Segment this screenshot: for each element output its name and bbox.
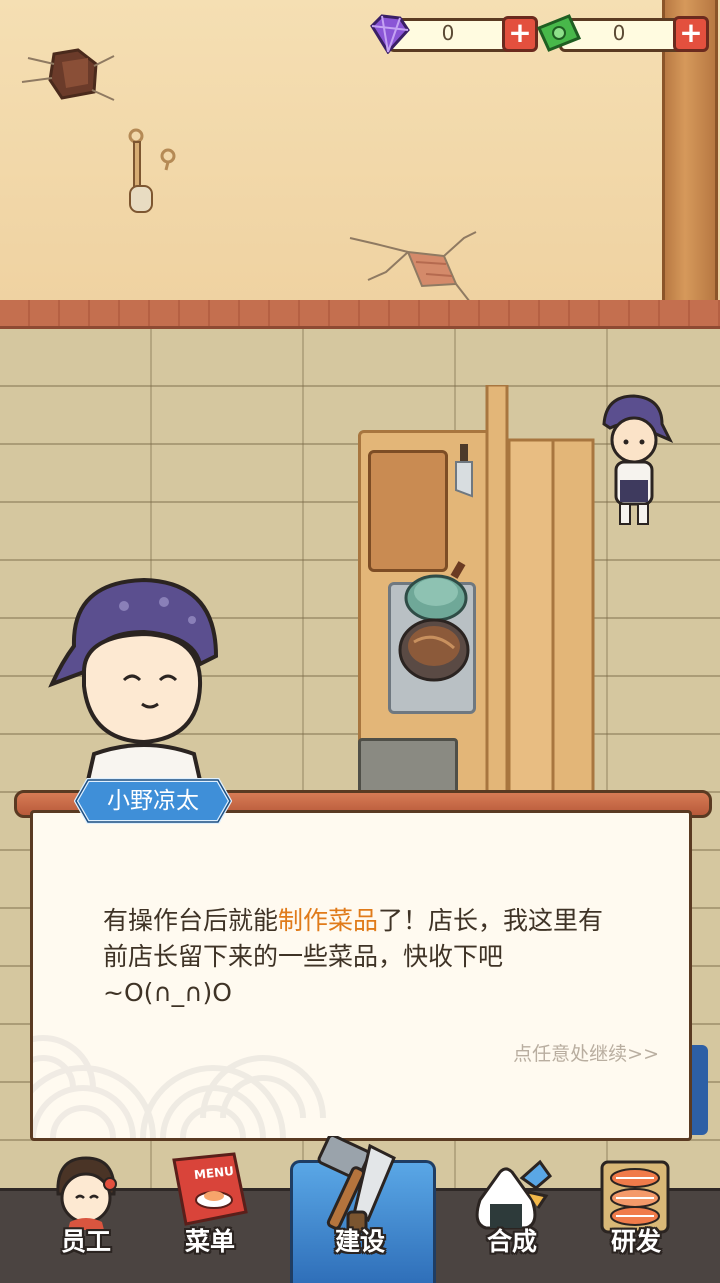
nav-menu-label: 菜单	[184, 1227, 235, 1256]
small-chef-character[interactable]	[596, 394, 676, 528]
nav-staff[interactable]: 员工	[26, 1150, 146, 1280]
dialog-text-part1: 有操作台后就能	[103, 906, 279, 935]
purple-gem-icon	[370, 14, 410, 54]
cash-add-button[interactable]: +	[673, 16, 709, 52]
wall-hole-crack	[21, 48, 115, 101]
cutting-board	[368, 450, 448, 572]
nav-research[interactable]: 研发	[576, 1150, 696, 1280]
nav-build-label: 建设	[334, 1227, 385, 1256]
staff-avatar-icon	[56, 1156, 117, 1230]
continue-hint[interactable]: 点任意处继续>>	[513, 1039, 659, 1066]
kitchen-knife-icon	[455, 444, 473, 498]
speaker-name: 小野凉太	[107, 788, 199, 814]
wall-brick-crack	[349, 231, 477, 303]
cooking-pots-icon	[398, 561, 470, 682]
nav-merge[interactable]: 合成	[452, 1150, 572, 1280]
wooden-planks	[485, 385, 595, 805]
nav-menu[interactable]: MENU 菜单	[150, 1150, 270, 1280]
wall-hook-brush	[128, 128, 176, 213]
nav-merge-label: 合成	[486, 1227, 537, 1256]
speaker-nametag: 小野凉太	[74, 778, 232, 824]
hammer-saw-icon	[317, 1136, 396, 1234]
dialog-text: 有操作台后就能制作菜品了！店长，我这里有前店长留下来的一些菜品，快收下吧~O(∩…	[103, 903, 623, 1011]
wave-pattern-decoration	[33, 1035, 326, 1138]
gem-add-button[interactable]: +	[502, 16, 538, 52]
dialog-text-highlight: 制作菜品	[278, 906, 379, 935]
nav-research-label: 研发	[610, 1227, 661, 1256]
wall-brick-rail	[0, 300, 720, 329]
cash-icon	[537, 14, 581, 52]
speaker-portrait	[48, 577, 219, 798]
dialog-box[interactable]: 有操作台后就能制作菜品了！店长，我这里有前店长留下来的一些菜品，快收下吧~O(∩…	[30, 810, 692, 1141]
menu-book-icon	[172, 1152, 248, 1226]
nav-staff-label: 员工	[60, 1227, 111, 1256]
nav-build[interactable]: 建设	[300, 1136, 420, 1280]
